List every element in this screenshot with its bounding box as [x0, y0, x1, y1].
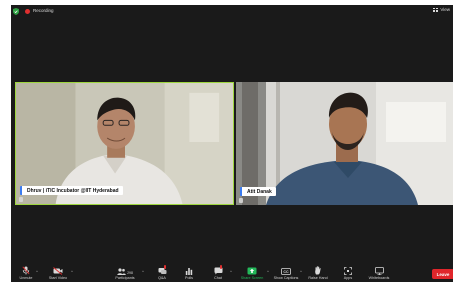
muted-mic-icon	[19, 197, 23, 202]
grid-view-icon	[433, 7, 439, 12]
share-options-caret-icon[interactable]: ^	[267, 269, 269, 274]
polls-icon	[185, 268, 193, 275]
apps-icon	[344, 267, 352, 275]
participants-button[interactable]: 298 Participants	[110, 266, 140, 280]
captions-options-caret-icon[interactable]: ^	[300, 269, 302, 274]
audio-options-caret-icon[interactable]: ^	[36, 269, 38, 274]
view-label: View	[440, 7, 450, 12]
video-tile-active-speaker[interactable]: Dhruv | iTIC Incubator @IIT Hyderabad	[15, 82, 234, 205]
whiteboards-button[interactable]: Whiteboards	[364, 266, 394, 280]
apps-button[interactable]: Apps	[333, 266, 363, 280]
chat-button[interactable]: Chat	[203, 265, 233, 280]
whiteboard-icon	[374, 267, 384, 275]
video-options-caret-icon[interactable]: ^	[71, 269, 73, 274]
qa-notification-badge-icon	[163, 265, 167, 269]
mic-muted-icon	[22, 266, 30, 275]
recording-label: Recording	[33, 8, 54, 13]
leave-button[interactable]: Leave	[432, 269, 453, 279]
participants-count: 298	[127, 271, 133, 275]
participant-name-tag: Atit Danak	[240, 187, 276, 196]
raise-hand-icon	[315, 266, 321, 275]
zoom-meeting-window: Recording View Dhruv | iTIC Incubator @I…	[11, 5, 453, 282]
qa-button[interactable]: Q&A	[147, 265, 177, 280]
raise-hand-button[interactable]: Raise Hand	[303, 266, 333, 280]
participants-icon	[117, 268, 126, 275]
chat-options-caret-icon[interactable]: ^	[230, 269, 232, 274]
show-captions-button[interactable]: CC Show Captions	[271, 266, 301, 280]
muted-mic-icon	[239, 198, 243, 203]
view-button[interactable]: View	[433, 7, 450, 12]
captions-cc-icon: CC	[281, 268, 291, 275]
share-screen-icon	[247, 267, 257, 275]
start-video-button[interactable]: Start Video	[43, 266, 73, 280]
meeting-toolbar: Unmute ^ Start Video ^ 298 Participants …	[11, 265, 453, 282]
video-off-icon	[53, 267, 63, 275]
participants-options-caret-icon[interactable]: ^	[142, 269, 144, 274]
video-tile[interactable]: Atit Danak	[236, 82, 453, 205]
polls-button[interactable]: Polls	[174, 266, 204, 280]
chat-notification-badge-icon	[219, 265, 223, 269]
security-shield-icon[interactable]	[13, 8, 19, 15]
recording-indicator-icon	[25, 9, 30, 14]
top-bar: Recording View	[11, 5, 453, 19]
share-screen-button[interactable]: Share Screen	[237, 266, 267, 280]
participant-name-tag: Dhruv | iTIC Incubator @IIT Hyderabad	[20, 186, 123, 195]
svg-text:CC: CC	[283, 270, 289, 274]
